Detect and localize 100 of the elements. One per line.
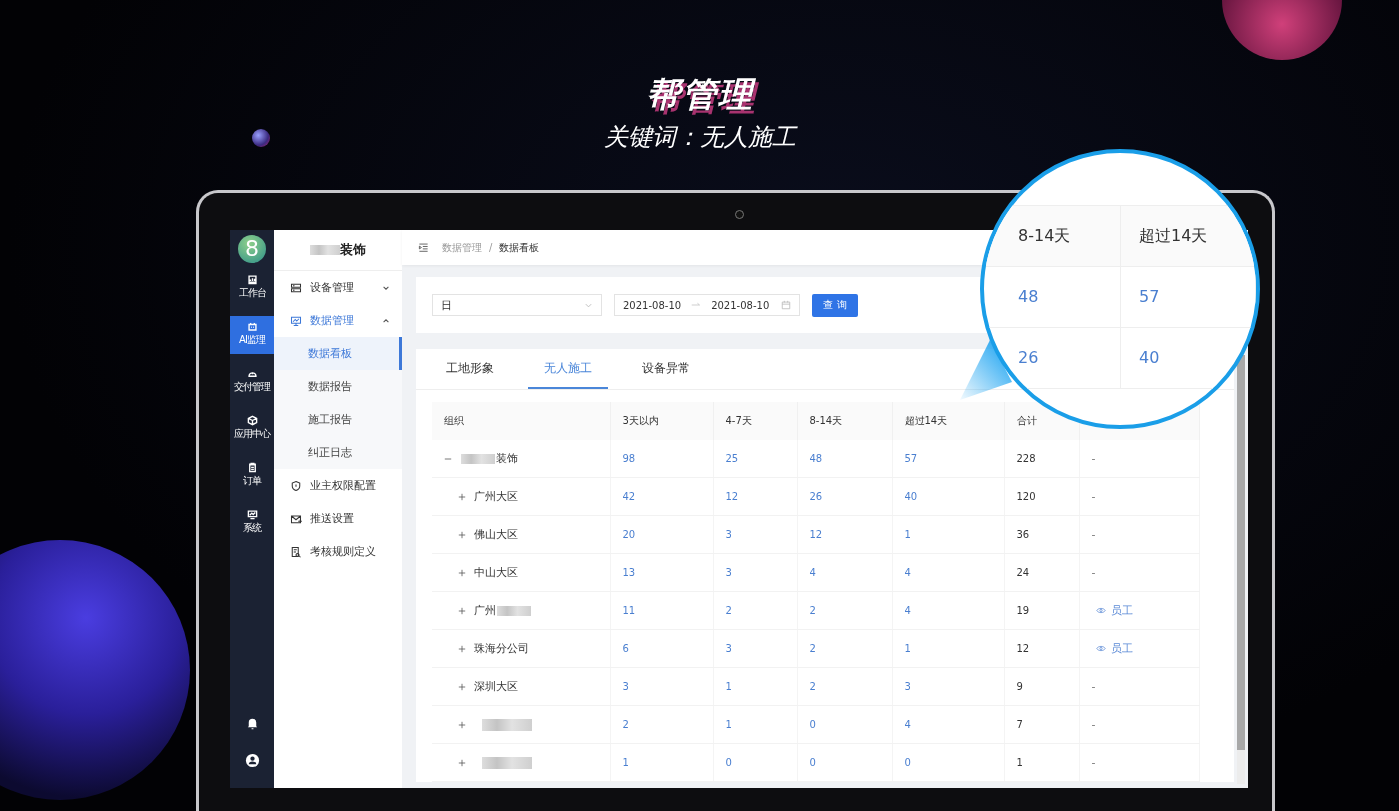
column-header: 超过14天 <box>892 402 1004 440</box>
column-header: 8-14天 <box>797 402 892 440</box>
menu-icon <box>290 512 302 525</box>
count-link[interactable]: 1 <box>892 629 1004 668</box>
tab[interactable]: 设备异常 <box>626 349 706 389</box>
count-link[interactable]: 3 <box>713 629 797 668</box>
rail-icon <box>246 415 258 426</box>
count-link[interactable]: 2 <box>713 591 797 630</box>
count-link[interactable]: 2 <box>797 591 892 630</box>
count-link[interactable]: 1 <box>713 705 797 744</box>
camera-dot <box>735 210 744 219</box>
breadcrumb-item[interactable]: 数据管理 <box>442 240 482 255</box>
count-link[interactable]: 26 <box>984 328 1122 388</box>
count-link[interactable]: 0 <box>713 743 797 782</box>
count-link[interactable]: 98 <box>610 440 713 478</box>
date-range-field[interactable]: 2021-08-10 2021-08-10 <box>614 294 800 316</box>
menu-item[interactable]: 推送设置 <box>274 502 402 535</box>
table-cell: - <box>1091 718 1096 731</box>
submenu-item[interactable]: 数据看板 <box>274 337 402 370</box>
rail-icon <box>246 462 258 473</box>
count-link[interactable]: 25 <box>713 440 797 478</box>
tab[interactable]: 工地形象 <box>430 349 510 389</box>
rail-item[interactable]: AI监理 <box>230 316 274 354</box>
org-name: 广州 <box>474 603 496 618</box>
count-link[interactable]: 40 <box>1121 328 1256 388</box>
menu-icon <box>290 545 302 558</box>
rail-icon <box>246 509 258 520</box>
count-link[interactable]: 6 <box>610 629 713 668</box>
expand-icon[interactable] <box>458 758 466 767</box>
count-link[interactable]: 0 <box>797 705 892 744</box>
period-select[interactable]: 日 <box>432 294 602 316</box>
user-icon[interactable] <box>244 753 260 768</box>
count-link[interactable]: 0 <box>892 743 1004 782</box>
count-link[interactable]: 0 <box>797 743 892 782</box>
rail-icon <box>246 274 258 285</box>
staff-link[interactable]: 员工 <box>1095 603 1133 618</box>
expand-icon[interactable] <box>458 606 466 615</box>
count-link[interactable]: 4 <box>797 553 892 592</box>
expand-icon[interactable] <box>458 720 466 729</box>
count-link[interactable]: 57 <box>892 440 1004 478</box>
count-link[interactable]: 3 <box>892 667 1004 706</box>
count-link[interactable]: 20 <box>610 515 713 554</box>
count-link[interactable]: 3 <box>713 515 797 554</box>
tab[interactable]: 无人施工 <box>528 349 608 389</box>
column-header: 4-7天 <box>713 402 797 440</box>
menu-item[interactable]: 业主权限配置 <box>274 469 402 502</box>
logo: 8 <box>238 235 266 263</box>
count-link[interactable]: 26 <box>797 477 892 516</box>
menu-item[interactable]: 考核规则定义 <box>274 535 402 568</box>
headline-title: 帮管理 <box>645 73 754 116</box>
column-header: 8-14天 <box>984 206 1122 266</box>
submenu-item[interactable]: 施工报告 <box>274 403 402 436</box>
rail-item[interactable]: 交付管理 <box>230 363 274 401</box>
eye-icon <box>1095 607 1106 614</box>
count-link[interactable]: 11 <box>610 591 713 630</box>
count-link[interactable]: 4 <box>892 591 1004 630</box>
count-link[interactable]: 4 <box>892 705 1004 744</box>
table-cell: 7 <box>1004 705 1079 744</box>
count-link[interactable]: 2 <box>797 629 892 668</box>
expand-icon[interactable] <box>458 644 466 653</box>
table-cell: 228 <box>1004 440 1079 478</box>
submenu-item[interactable]: 纠正日志 <box>274 436 402 469</box>
count-link[interactable]: 3 <box>713 553 797 592</box>
menu-icon <box>290 479 302 492</box>
staff-link[interactable]: 员工 <box>1095 641 1133 656</box>
count-link[interactable]: 3 <box>610 667 713 706</box>
count-link[interactable]: 13 <box>610 553 713 592</box>
expand-icon[interactable] <box>458 492 466 501</box>
table-cell: 24 <box>1004 553 1079 592</box>
count-link[interactable]: 48 <box>984 267 1122 327</box>
count-link[interactable]: 42 <box>610 477 713 516</box>
count-link[interactable]: 2 <box>610 705 713 744</box>
submenu-item[interactable]: 数据报告 <box>274 370 402 403</box>
count-link[interactable]: 12 <box>797 515 892 554</box>
beam-drawing <box>960 340 1012 400</box>
count-link[interactable]: 57 <box>1121 267 1256 327</box>
menu-icon[interactable] <box>418 242 429 253</box>
headline-subtitle: 关键词：无人施工 <box>603 122 796 153</box>
count-link[interactable]: 1 <box>892 515 1004 554</box>
rail-item[interactable]: 系统 <box>230 504 274 542</box>
expand-icon[interactable] <box>458 530 466 539</box>
breadcrumb-item: 数据看板 <box>499 240 540 255</box>
count-link[interactable]: 40 <box>892 477 1004 516</box>
rail-item[interactable]: 订单 <box>230 457 274 495</box>
count-link[interactable]: 2 <box>797 667 892 706</box>
rail-item[interactable]: 工作台 <box>230 269 274 307</box>
count-link[interactable]: 4 <box>892 553 1004 592</box>
menu-item[interactable]: 设备管理 <box>274 271 402 304</box>
calendar-icon <box>781 300 791 310</box>
expand-icon[interactable] <box>458 568 466 577</box>
query-button[interactable]: 查 询 <box>812 293 858 317</box>
org-name: 深圳大区 <box>474 679 518 694</box>
count-link[interactable]: 12 <box>713 477 797 516</box>
count-link[interactable]: 1 <box>713 667 797 706</box>
menu-item[interactable]: 数据管理 <box>274 304 402 337</box>
count-link[interactable]: 1 <box>610 743 713 782</box>
count-link[interactable]: 48 <box>797 440 892 478</box>
rail-item[interactable]: 应用中心 <box>230 410 274 448</box>
scrollbar[interactable] <box>1237 355 1245 784</box>
expand-icon[interactable] <box>458 682 466 691</box>
